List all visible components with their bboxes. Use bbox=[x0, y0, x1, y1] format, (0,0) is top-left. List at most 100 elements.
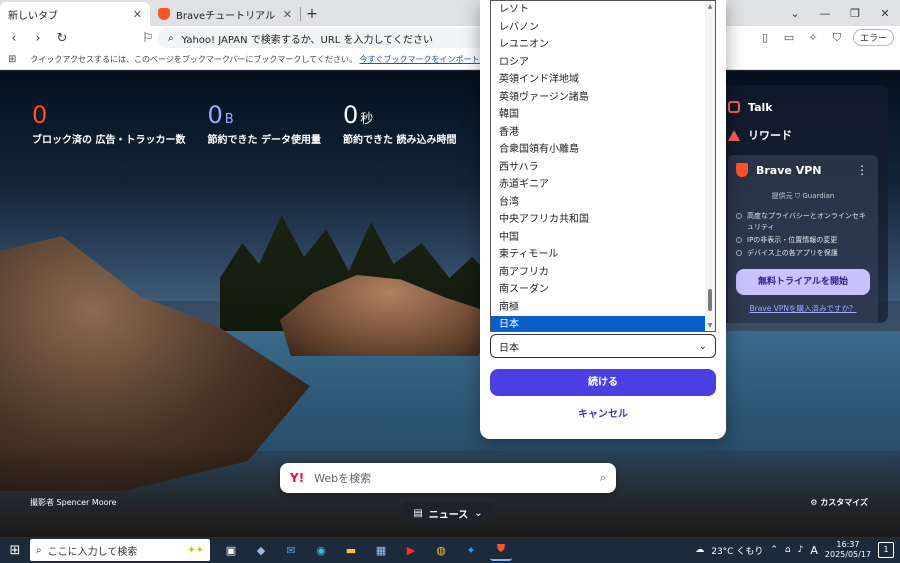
outlook-icon[interactable]: ✉ bbox=[280, 539, 302, 561]
dropdown-option[interactable]: 韓国 bbox=[491, 106, 715, 124]
dropdown-option[interactable]: 合衆国領有小離島 bbox=[491, 141, 715, 159]
dropdown-option[interactable]: 日本 bbox=[491, 316, 715, 331]
address-bar-placeholder: Yahoo! JAPAN で検索するか、URL を入力してください bbox=[181, 34, 433, 46]
vpn-feature-list: 高度なプライバシーとオンラインセキュリティ IPの非表示・位置情報の変更 デバイ… bbox=[736, 211, 870, 259]
volume-icon[interactable]: ♪ bbox=[798, 545, 804, 555]
profile-error-button[interactable]: エラー bbox=[852, 29, 894, 46]
show-hidden-icons[interactable]: ⌃ bbox=[770, 545, 778, 555]
system-tray: ☁ 23°C くもり ⌃ ⌂ ♪ A 16:37 2025/05/17 1 bbox=[695, 537, 894, 563]
forward-icon[interactable]: › bbox=[30, 31, 46, 46]
dropdown-option[interactable]: レユニオン bbox=[491, 36, 715, 54]
bookmark-hint-text: クイックアクセスするには、このページをブックマークバーにブックマークしてください… bbox=[30, 55, 357, 64]
edge-icon[interactable]: ◉ bbox=[310, 539, 332, 561]
dropdown-option[interactable]: レバノン bbox=[491, 19, 715, 37]
dropdown-option[interactable]: 南極 bbox=[491, 299, 715, 317]
window-close-button[interactable]: ✕ bbox=[870, 7, 900, 20]
minimize-button[interactable]: — bbox=[810, 7, 840, 20]
dropdown-option[interactable]: 南スーダン bbox=[491, 281, 715, 299]
brave-taskbar-icon[interactable]: ⛊ bbox=[490, 539, 512, 561]
copilot-icon[interactable]: ◆ bbox=[250, 539, 272, 561]
maximize-button[interactable]: ❐ bbox=[840, 7, 870, 20]
dropdown-option[interactable]: 南アフリカ bbox=[491, 264, 715, 282]
close-icon[interactable]: ✕ bbox=[133, 8, 142, 21]
continue-button[interactable]: 続ける bbox=[490, 369, 716, 396]
ime-indicator[interactable]: A bbox=[810, 544, 818, 557]
dropdown-option[interactable]: ロシア bbox=[491, 54, 715, 72]
start-free-trial-button[interactable]: 無料トライアルを開始 bbox=[736, 269, 870, 295]
clock-time: 16:37 bbox=[836, 540, 860, 549]
tab-search-icon[interactable]: ⌄ bbox=[780, 7, 810, 20]
dropdown-option[interactable]: 赤道ギニア bbox=[491, 176, 715, 194]
guardian-logo-icon: ⛉ bbox=[794, 192, 801, 200]
dropdown-option[interactable]: レソト bbox=[491, 1, 715, 19]
dropdown-option[interactable]: 東ティモール bbox=[491, 246, 715, 264]
store-icon[interactable]: ▦ bbox=[370, 539, 392, 561]
back-icon[interactable]: ‹ bbox=[6, 31, 22, 46]
import-bookmarks-link[interactable]: 今すぐブックマークをインポート... bbox=[360, 55, 488, 64]
selected-region: 日本 bbox=[499, 342, 519, 354]
chevron-down-icon: ⌄ bbox=[474, 507, 483, 519]
stat-ads-blocked: 0 ブロック済の 広告・トラッカー数 bbox=[32, 101, 185, 146]
tab-brave-tutorial[interactable]: Braveチュートリアル for Desktop | Brav ✕ bbox=[150, 2, 300, 26]
web-search-box[interactable]: Y! Webを検索 ⌕ bbox=[280, 463, 616, 493]
yahoo-logo-icon[interactable]: Y! bbox=[290, 471, 304, 485]
taskbar-search[interactable]: ⌕ ここに入力して検索 ✦✦ bbox=[30, 539, 210, 561]
talk-label: Talk bbox=[748, 100, 773, 114]
region-select[interactable]: 日本 ⌄ bbox=[490, 334, 716, 358]
stat-value: 0 bbox=[207, 101, 223, 129]
dropdown-option[interactable]: 西サハラ bbox=[491, 159, 715, 177]
bookmark-icon[interactable]: ⚐ bbox=[140, 31, 156, 46]
wallet-icon[interactable]: ▭ bbox=[781, 31, 797, 44]
dropdown-option[interactable]: 台湾 bbox=[491, 194, 715, 212]
feature-text: デバイス上の各アプリを保護 bbox=[747, 249, 838, 257]
new-tab-button[interactable]: + bbox=[301, 3, 323, 25]
dropdown-option[interactable]: 英領ヴァージン諸島 bbox=[491, 89, 715, 107]
feature-text: IPの非表示・位置情報の変更 bbox=[747, 236, 838, 244]
weather-text[interactable]: 23°C くもり bbox=[711, 544, 763, 557]
already-purchased-link[interactable]: Brave VPNを購入済みですか？ bbox=[736, 303, 870, 314]
dropdown-option[interactable]: 中国 bbox=[491, 229, 715, 247]
sidebar-icon[interactable]: ▯ bbox=[757, 31, 773, 44]
taskbar-clock[interactable]: 16:37 2025/05/17 bbox=[825, 540, 871, 560]
close-icon[interactable]: ✕ bbox=[283, 8, 292, 21]
more-options-icon[interactable]: ⋮ bbox=[856, 163, 868, 177]
scrollbar-thumb[interactable] bbox=[708, 289, 712, 311]
sparkle-icon: ✦✦ bbox=[187, 544, 204, 556]
search-icon[interactable]: ⌕ bbox=[600, 471, 606, 485]
customize-button[interactable]: ⚙ カスタマイズ bbox=[810, 497, 868, 508]
twitter-icon[interactable]: ✦ bbox=[460, 539, 482, 561]
news-button[interactable]: ▤ ニュース ⌄ bbox=[402, 501, 494, 525]
brave-widget-panel: Talk リワード Brave VPN ⋮ 提供元 ⛉ Guardian 高度な… bbox=[718, 85, 888, 329]
network-icon[interactable]: ⌂ bbox=[785, 545, 791, 555]
scroll-down-icon[interactable]: ▼ bbox=[705, 322, 715, 329]
file-explorer-icon[interactable]: ▬ bbox=[340, 539, 362, 561]
stat-unit: B bbox=[224, 112, 234, 127]
leo-ai-icon[interactable]: ✧ bbox=[805, 31, 821, 44]
reload-icon[interactable]: ↻ bbox=[54, 31, 70, 46]
dropdown-option[interactable]: 中央アフリカ共和国 bbox=[491, 211, 715, 229]
cancel-button[interactable]: キャンセル bbox=[490, 405, 716, 425]
dropdown-option[interactable]: 香港 bbox=[491, 124, 715, 142]
photo-credit[interactable]: 撮影者 Spencer Moore bbox=[30, 497, 117, 508]
bookmark-bar: ⊞ クイックアクセスするには、このページをブックマークバーにブックマークしてくだ… bbox=[0, 50, 900, 70]
search-placeholder: Webを検索 bbox=[314, 472, 372, 485]
windows-start-icon[interactable]: ⊞ bbox=[0, 543, 30, 558]
tab-new-tab[interactable]: 新しいタブ ✕ bbox=[0, 2, 150, 26]
window-controls: ⌄ — ❐ ✕ bbox=[780, 0, 900, 26]
tab-strip: 新しいタブ ✕ Braveチュートリアル for Desktop | Brav … bbox=[0, 0, 900, 26]
task-view-icon[interactable]: ▣ bbox=[220, 539, 242, 561]
scroll-up-icon[interactable]: ▲ bbox=[705, 3, 715, 10]
youtube-icon[interactable]: ▶ bbox=[400, 539, 422, 561]
chrome-icon[interactable]: ◍ bbox=[430, 539, 452, 561]
dropdown-option[interactable]: 英領インド洋地域 bbox=[491, 71, 715, 89]
region-dropdown-list[interactable]: レソト レバノン レユニオン ロシア 英領インド洋地域 英領ヴァージン諸島 韓国 香港 合衆国領… bbox=[490, 0, 716, 332]
check-circle-icon bbox=[736, 237, 742, 243]
vpn-icon[interactable]: ⛉ bbox=[829, 31, 845, 45]
apps-grid-icon[interactable]: ⊞ bbox=[8, 54, 16, 65]
rewards-widget[interactable]: リワード bbox=[728, 121, 878, 149]
check-circle-icon bbox=[736, 250, 742, 256]
talk-widget[interactable]: Talk bbox=[728, 93, 878, 121]
news-label: ニュース bbox=[428, 509, 469, 521]
notification-center-icon[interactable]: 1 bbox=[878, 542, 894, 558]
dropdown-scrollbar[interactable]: ▲ ▼ bbox=[705, 1, 715, 331]
